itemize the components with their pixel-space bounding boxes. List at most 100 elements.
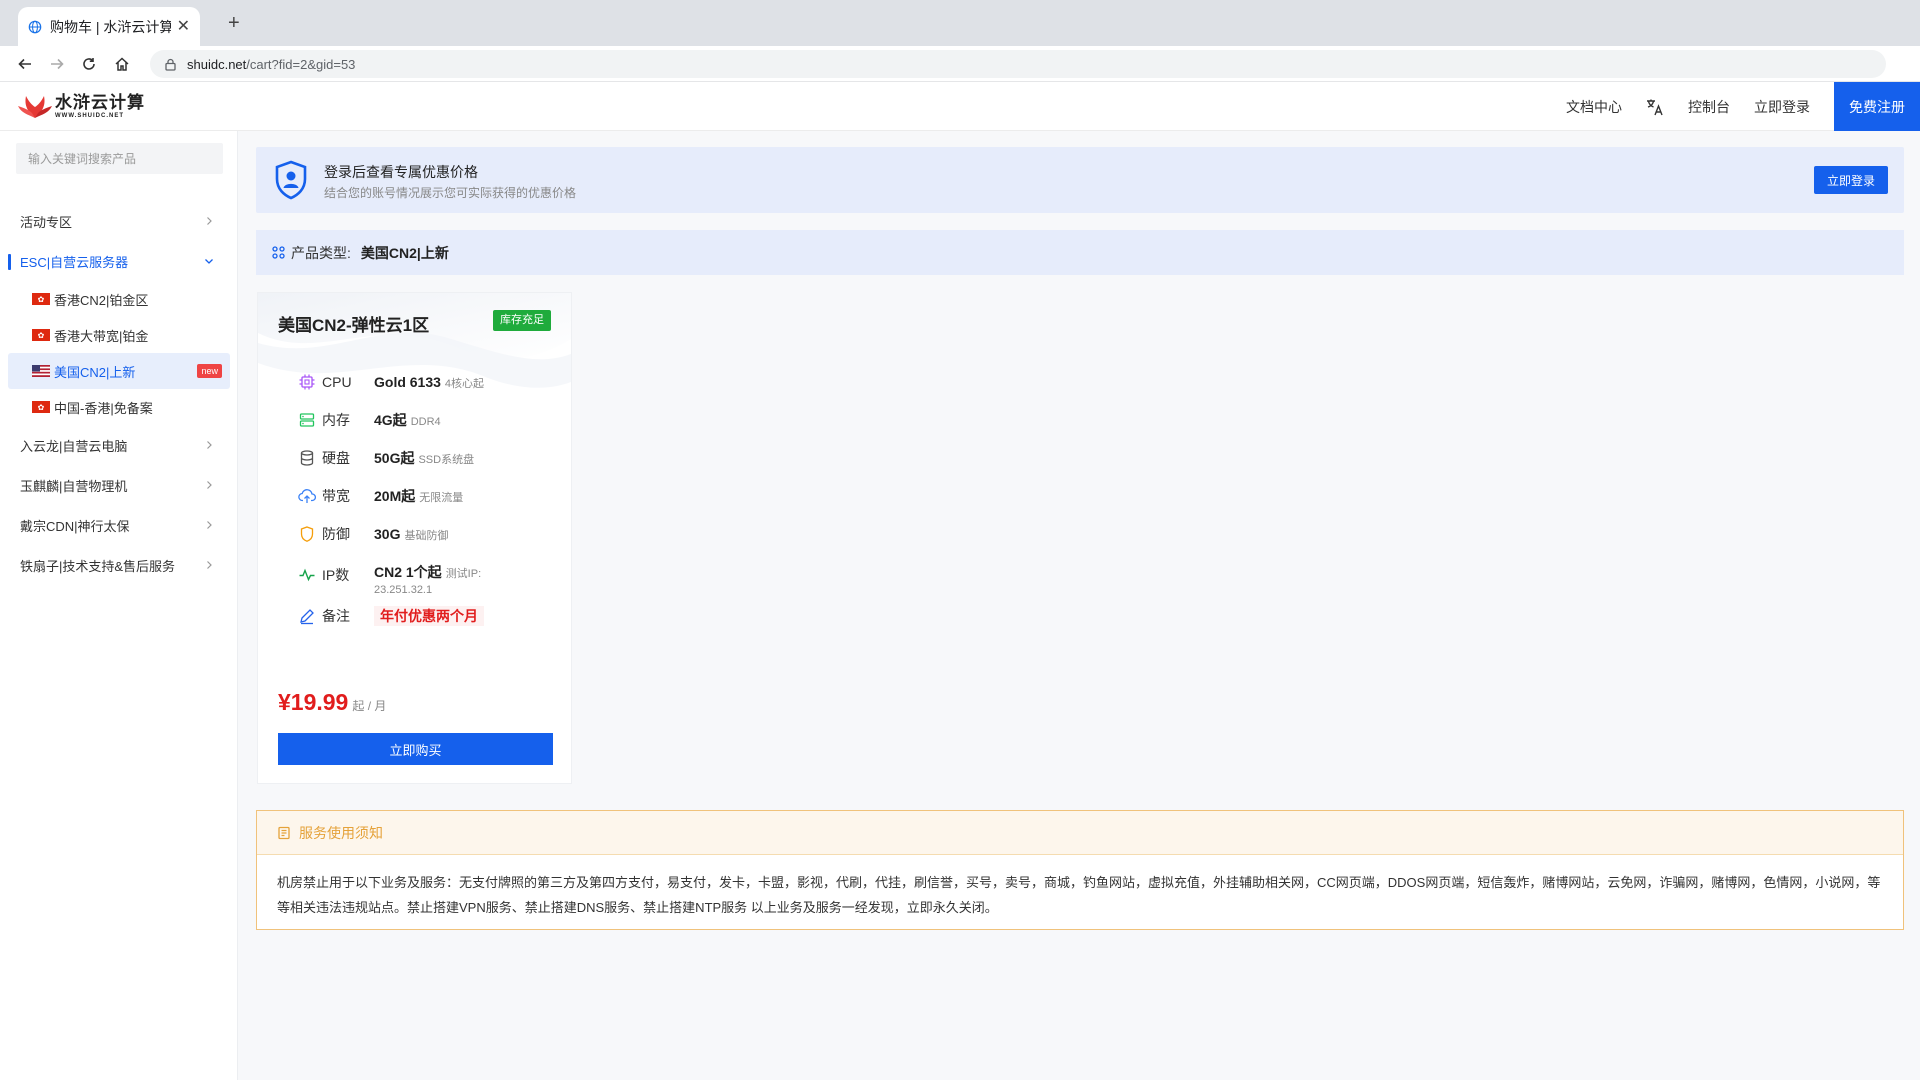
hong-kong-flag-icon: ✿ <box>32 293 50 305</box>
terms-title: 服务使用须知 <box>299 824 383 841</box>
cpu-icon <box>299 374 315 390</box>
chevron-down-icon <box>205 259 213 264</box>
activity-pulse-icon <box>299 568 315 582</box>
login-now-button[interactable]: 立即登录 <box>1814 166 1888 194</box>
sidebar-item-support[interactable]: 铁扇子|技术支持&售后服务 <box>0 545 238 585</box>
spec-sub: 4核心起 <box>444 378 485 390</box>
spec-main: Gold 6133 <box>374 374 441 390</box>
cloud-upload-icon <box>298 489 316 503</box>
sidebar-subitem-hk-bandwidth[interactable]: ✿ 香港大带宽|铂金 <box>8 317 230 353</box>
spec-value: 4G起 DDR4 <box>374 411 441 431</box>
spec-sub: SSD系统盘 <box>418 454 475 466</box>
sidebar-subitem-label: 中国-香港|免备案 <box>54 400 153 416</box>
login-notice-title: 登录后查看专属优惠价格 <box>324 164 478 180</box>
service-terms-notice: 服务使用须知 机房禁止用于以下业务及服务：无支付牌照的第三方及第四方支付，易支付… <box>256 810 1904 930</box>
spec-label: 内存 <box>322 412 350 428</box>
spec-value: Gold 6133 4核心起 <box>374 373 484 393</box>
hong-kong-flag-icon: ✿ <box>32 329 50 341</box>
product-type-label: 产品类型: <box>291 244 351 261</box>
spec-sub: 无限流量 <box>419 492 464 504</box>
product-title: 美国CN2-弹性云1区 <box>278 316 430 335</box>
spec-cpu: CPU Gold 6133 4核心起 <box>278 373 558 411</box>
logo-flame-icon <box>18 96 52 118</box>
translate-icon <box>1647 99 1663 115</box>
spec-sub: 基础防御 <box>404 530 449 542</box>
home-button[interactable] <box>111 53 133 75</box>
forward-button[interactable] <box>46 53 68 75</box>
sidebar-item-cdn[interactable]: 戴宗CDN|神行太保 <box>0 505 238 545</box>
sidebar-subitem-us-cn2[interactable]: 美国CN2|上新 new <box>8 353 230 389</box>
sidebar-subitem-label: 香港CN2|铂金区 <box>54 292 149 308</box>
chevron-right-icon <box>207 481 212 489</box>
spec-label: IP数 <box>322 567 350 583</box>
spec-value: 30G 基础防御 <box>374 525 448 545</box>
spec-disk: 硬盘 50G起 SSD系统盘 <box>278 449 558 487</box>
new-badge: new <box>197 364 222 378</box>
nav-login[interactable]: 立即登录 <box>1754 97 1810 117</box>
sidebar-subitem-hk-cn2[interactable]: ✿ 香港CN2|铂金区 <box>8 281 230 317</box>
spec-value: 50G起 SSD系统盘 <box>374 449 474 469</box>
close-tab-icon[interactable]: ✕ <box>177 18 190 35</box>
site-logo[interactable]: 水浒云计算 WWW.SHUIDC.NET <box>18 92 145 120</box>
sidebar-item-esc[interactable]: ESC|自营云服务器 <box>0 241 238 281</box>
spec-memory: 内存 4G起 DDR4 <box>278 411 558 449</box>
language-switch[interactable] <box>1646 98 1664 116</box>
shield-icon <box>300 526 314 542</box>
login-notice-subtitle: 结合您的账号情况展示您可实际获得的优惠价格 <box>324 186 577 200</box>
logo-domain: WWW.SHUIDC.NET <box>55 112 124 119</box>
logo-text: 水浒云计算 <box>55 92 145 112</box>
sidebar-subitem-label: 美国CN2|上新 <box>54 364 136 380</box>
product-type-bar: 产品类型: 美国CN2|上新 <box>256 230 1904 275</box>
reload-icon <box>83 58 95 70</box>
reload-button[interactable] <box>78 53 100 75</box>
price-unit: 起 / 月 <box>352 699 387 713</box>
tab-title: 购物车 | 水浒云计算 <box>50 18 171 35</box>
product-type-value: 美国CN2|上新 <box>360 244 449 261</box>
spec-sub: DDR4 <box>410 416 441 428</box>
buy-now-button[interactable]: 立即购买 <box>278 733 553 765</box>
spec-label: 备注 <box>322 608 350 624</box>
product-search-input[interactable] <box>16 143 223 174</box>
nav-docs[interactable]: 文档中心 <box>1566 97 1622 117</box>
spec-main: CN2 1个起 <box>374 564 442 580</box>
nav-console[interactable]: 控制台 <box>1688 97 1730 117</box>
sidebar-item-physical[interactable]: 玉麒麟|自营物理机 <box>0 465 238 505</box>
back-button[interactable] <box>14 53 36 75</box>
browser-tab[interactable]: 购物车 | 水浒云计算 ✕ <box>18 7 200 46</box>
sidebar-item-cloud-pc[interactable]: 入云龙|自营云电脑 <box>0 425 238 465</box>
sidebar-item-promotions[interactable]: 活动专区 <box>0 201 238 241</box>
browser-toolbar: shuidc.net/cart?fid=2&gid=53 <box>0 46 1920 82</box>
us-flag-icon <box>32 365 50 377</box>
chevron-right-icon <box>207 441 212 449</box>
test-ip-address[interactable]: 23.251.32.1 <box>374 583 481 597</box>
register-button[interactable]: 免费注册 <box>1834 82 1920 131</box>
sidebar: 活动专区 ESC|自营云服务器 ✿ 香港CN2|铂金区 ✿ 香港大带宽|铂金 <box>0 131 238 1080</box>
sidebar-submenu-esc: ✿ 香港CN2|铂金区 ✿ 香港大带宽|铂金 美国CN2|上新 new ✿ 中国 <box>0 281 238 425</box>
hong-kong-flag-icon: ✿ <box>32 401 50 413</box>
spec-label: 防御 <box>322 526 350 542</box>
spec-label: 硬盘 <box>322 450 350 466</box>
spec-sub: 测试IP: <box>445 568 482 580</box>
sidebar-item-label: 玉麒麟|自营物理机 <box>20 478 128 494</box>
sidebar-item-label: 戴宗CDN|神行太保 <box>20 518 130 534</box>
terms-header: 服务使用须知 <box>257 811 1903 855</box>
globe-icon <box>28 20 42 33</box>
svg-text:✿: ✿ <box>38 403 45 412</box>
spec-main: 50G起 <box>374 450 415 466</box>
spec-label: 带宽 <box>322 488 350 504</box>
address-bar[interactable]: shuidc.net/cart?fid=2&gid=53 <box>150 50 1886 78</box>
price-amount: ¥19.99 <box>278 689 349 715</box>
spec-bandwidth: 带宽 20M起 无限流量 <box>278 487 558 525</box>
memory-icon <box>299 413 315 427</box>
stock-badge: 库存充足 <box>493 310 551 331</box>
new-tab-button[interactable]: + <box>228 11 240 35</box>
site-header: 水浒云计算 WWW.SHUIDC.NET 文档中心 控制台 立即登录 免费注册 <box>0 82 1920 131</box>
chevron-right-icon <box>207 217 212 225</box>
product-card: 美国CN2-弹性云1区 库存充足 CPU Gold 6133 4核心起 内存 4G… <box>257 292 572 784</box>
sidebar-item-label: 活动专区 <box>20 214 73 230</box>
sidebar-subitem-cn-hk[interactable]: ✿ 中国-香港|免备案 <box>8 389 230 425</box>
lock-icon <box>165 58 176 71</box>
spec-ip: IP数 CN2 1个起 测试IP: 23.251.32.1 <box>278 563 558 607</box>
sidebar-item-label: 入云龙|自营云电脑 <box>20 438 128 454</box>
spec-value: CN2 1个起 测试IP: 23.251.32.1 <box>374 563 481 597</box>
